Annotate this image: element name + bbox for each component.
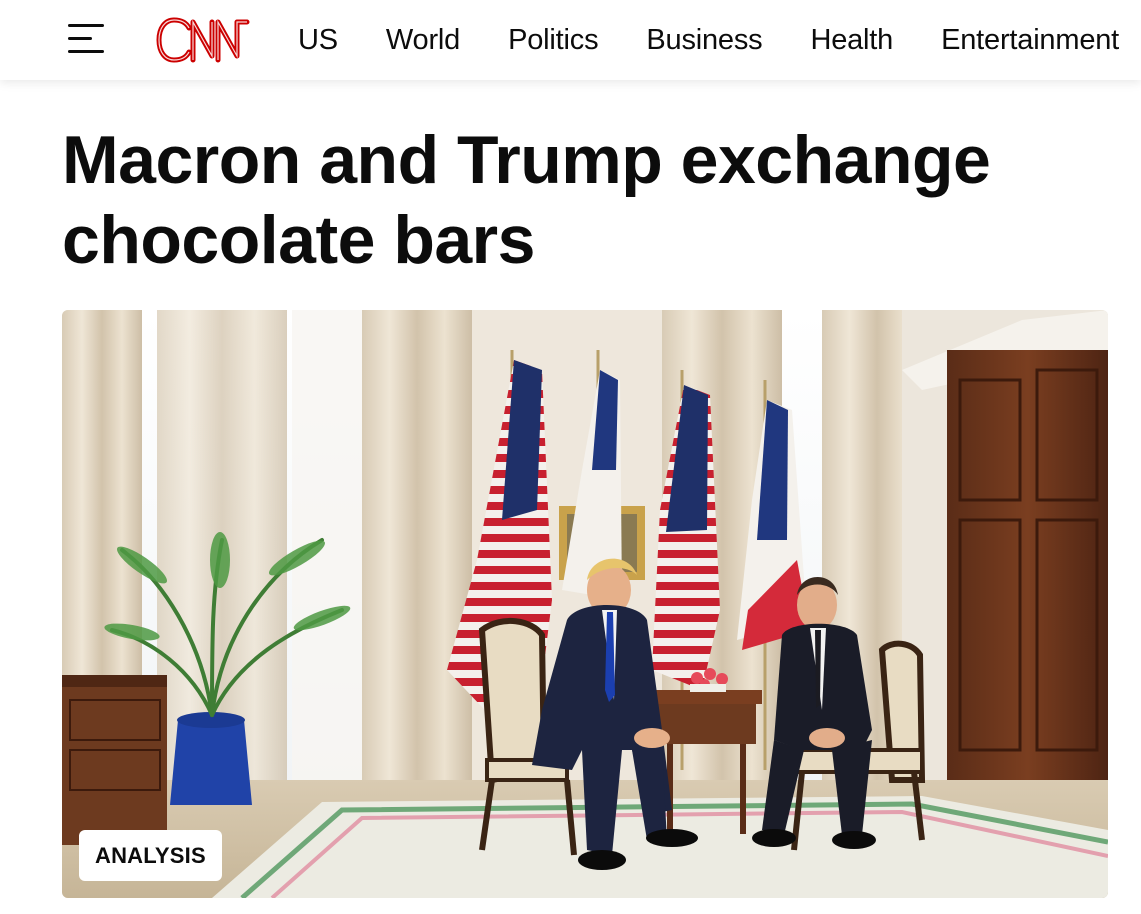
hamburger-menu-icon[interactable] bbox=[66, 22, 106, 56]
section-nav: US World Politics Business Health Entert… bbox=[298, 0, 1141, 80]
top-navigation-bar: US World Politics Business Health Entert… bbox=[0, 0, 1141, 80]
cnn-logo[interactable] bbox=[156, 16, 252, 64]
hero-photo-illustration bbox=[62, 310, 1108, 898]
nav-link-health[interactable]: Health bbox=[810, 24, 893, 57]
cnn-logo-graphic bbox=[156, 16, 252, 64]
nav-link-entertainment[interactable]: Entertainment bbox=[941, 24, 1119, 57]
analysis-badge: ANALYSIS bbox=[79, 830, 222, 881]
hero-image[interactable] bbox=[62, 310, 1108, 898]
nav-link-us[interactable]: US bbox=[298, 24, 338, 57]
nav-link-business[interactable]: Business bbox=[646, 24, 762, 57]
article-headline[interactable]: Macron and Trump exchange chocolate bars bbox=[62, 120, 1122, 280]
nav-link-world[interactable]: World bbox=[386, 24, 460, 57]
nav-link-politics[interactable]: Politics bbox=[508, 24, 598, 57]
